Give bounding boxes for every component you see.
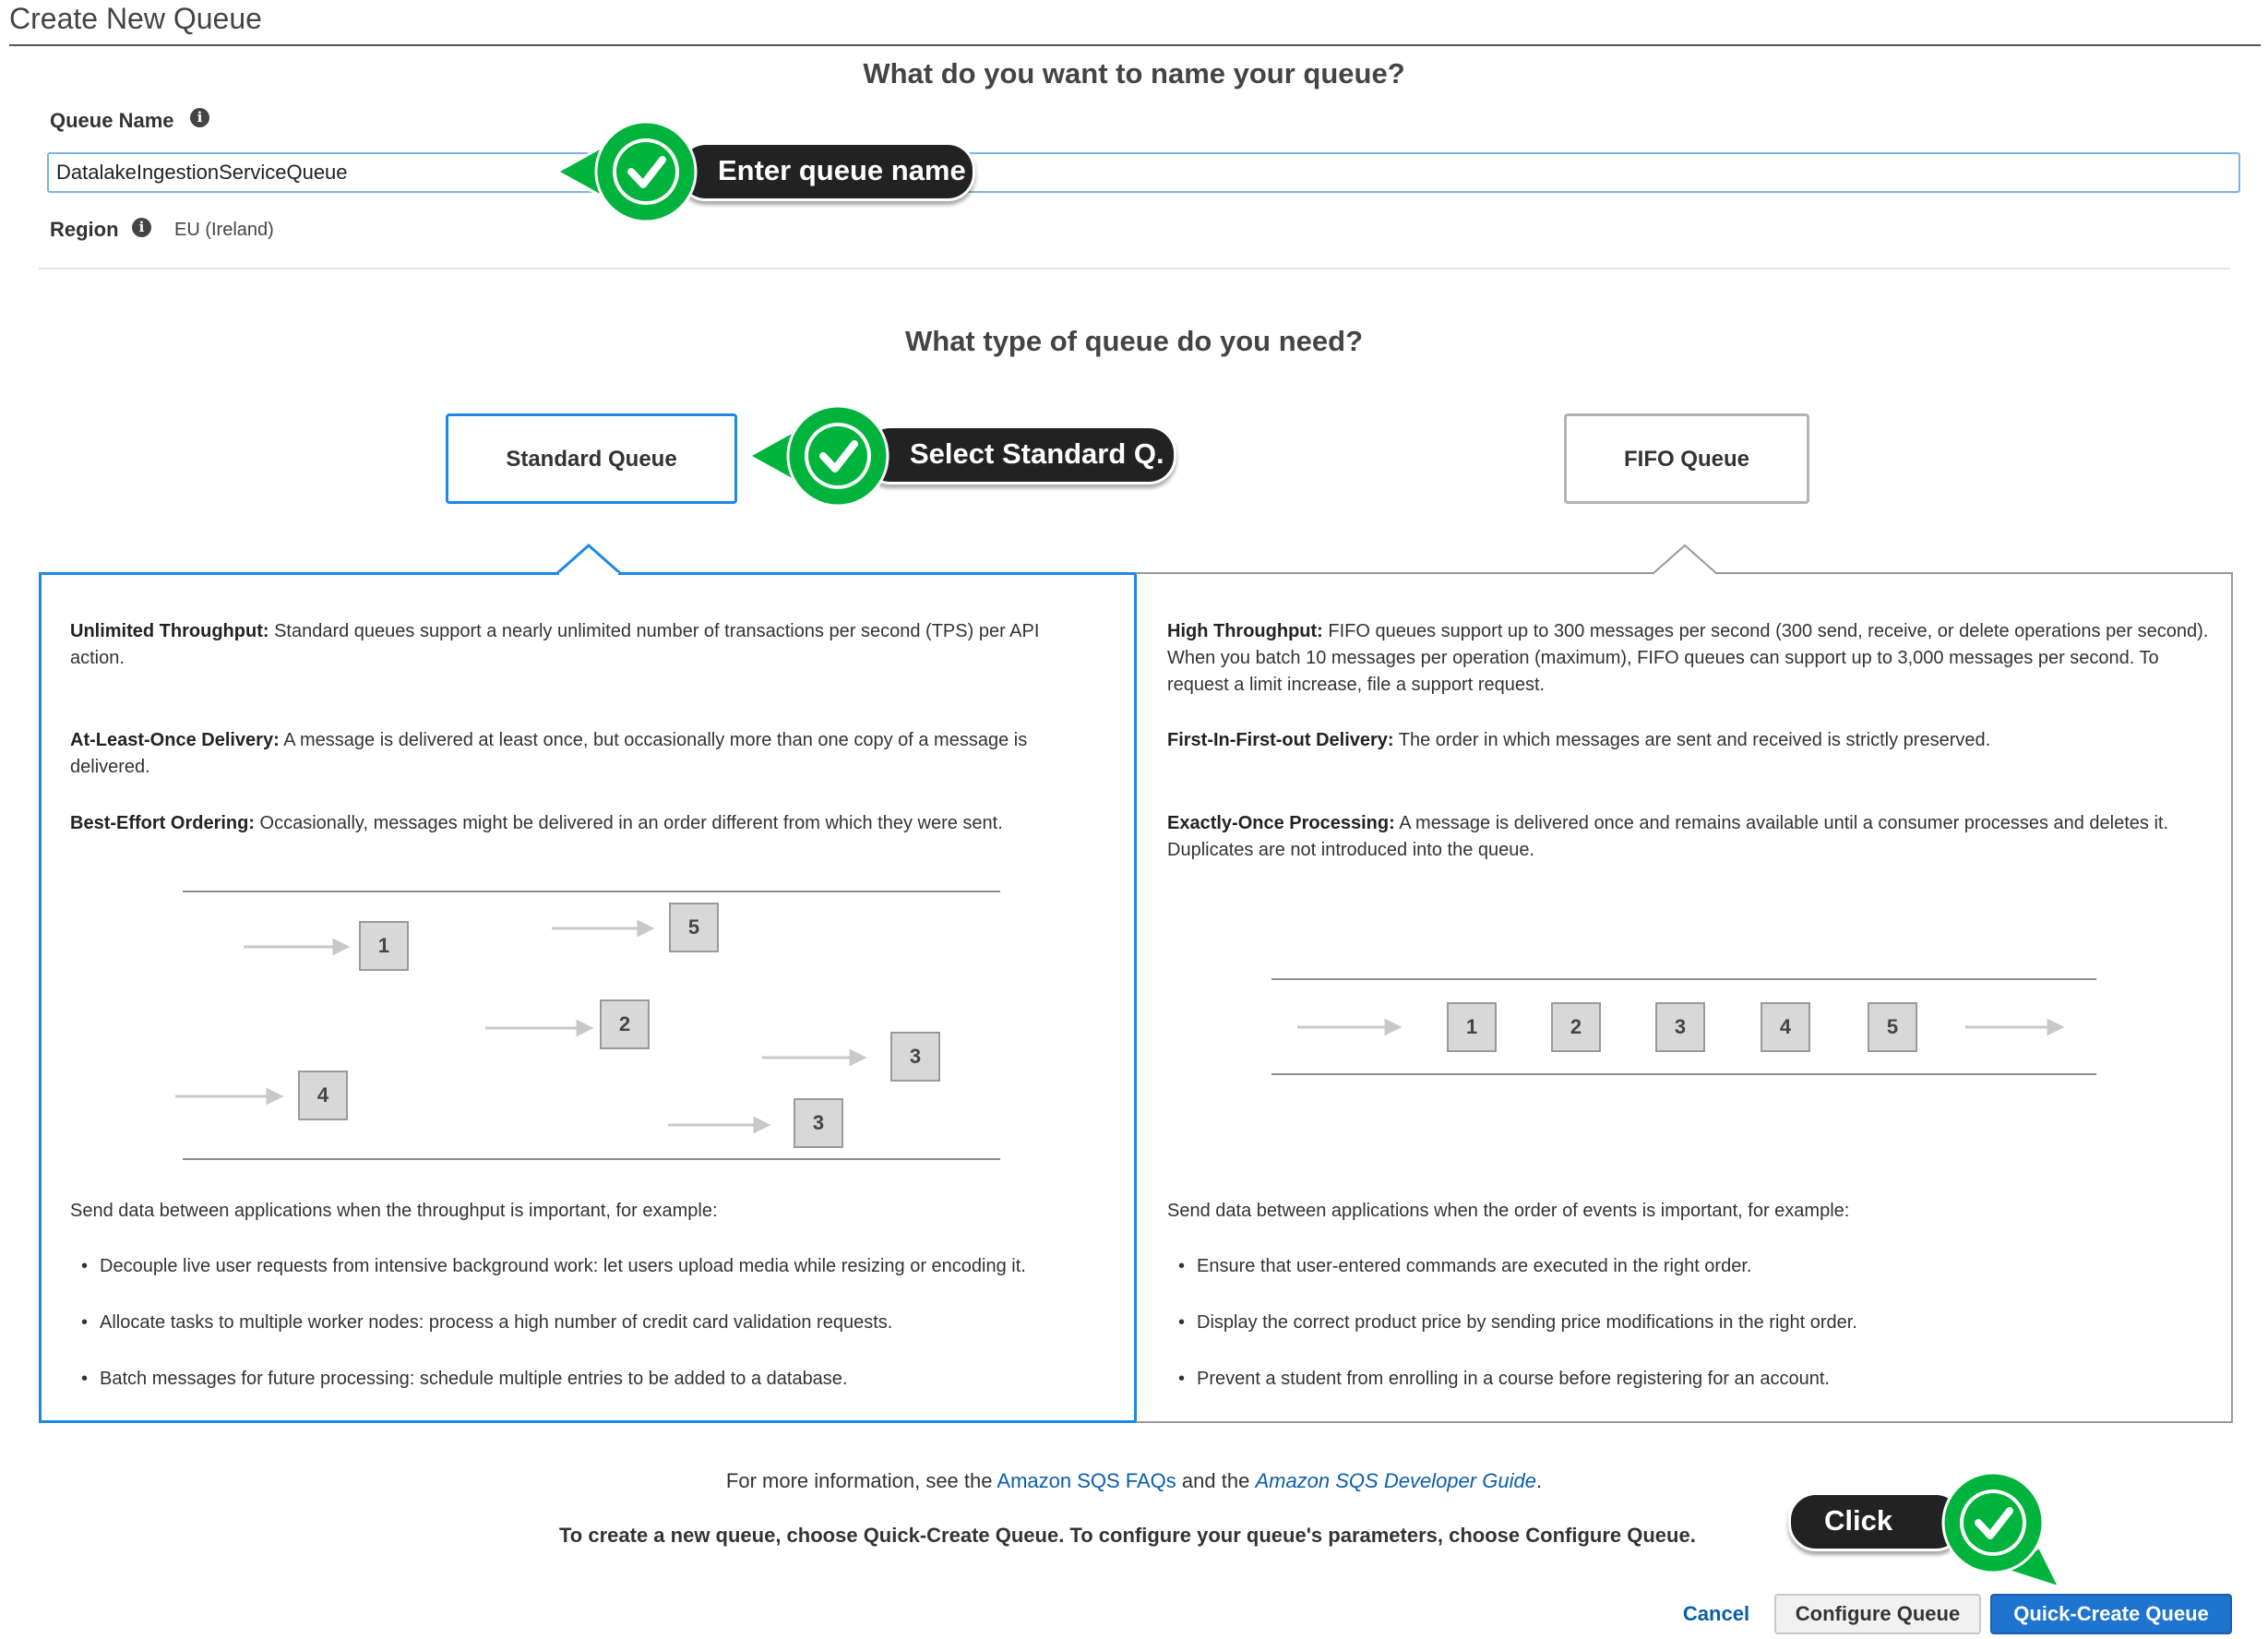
window-title: Create New Queue [9, 2, 262, 35]
standard-feature-ordering: Best-Effort Ordering: Occasionally, mess… [70, 813, 1003, 833]
queue-name-label: Queue Name [50, 109, 174, 132]
standard-queue-diagram: 1 5 2 3 4 3 [166, 881, 1000, 1167]
message-box: 4 [298, 1071, 348, 1120]
fifo-use-case-intro: Send data between applications when the … [1167, 1201, 1850, 1221]
fifo-feature-delivery: First-In-First-out Delivery: The order i… [1167, 730, 1991, 750]
standard-panel-caret [556, 544, 621, 575]
title-divider [9, 44, 2261, 46]
message-box: 4 [1761, 1002, 1810, 1052]
annotation-select-standard: Select Standard Q. [863, 425, 1176, 485]
queue-name-input[interactable] [47, 152, 2240, 193]
standard-feature-throughput: Unlimited Throughput: Standard queues su… [70, 621, 1040, 668]
region-info-icon[interactable]: i [132, 218, 151, 237]
footer-instruction: To create a new queue, choose Quick-Crea… [559, 1524, 1696, 1547]
check-icon [1941, 1471, 2062, 1590]
name-section-heading: What do you want to name your queue? [863, 57, 1405, 90]
sqs-developer-guide-link[interactable]: Amazon SQS Developer Guide [1255, 1469, 1536, 1492]
message-box: 3 [1655, 1002, 1705, 1052]
fifo-bullet: Prevent a student from enrolling in a co… [1178, 1366, 2212, 1393]
fifo-queue-diagram: 1 2 3 4 5 [1271, 974, 2102, 1080]
standard-bullet: Allocate tasks to multiple worker nodes:… [81, 1310, 1115, 1336]
fifo-feature-processing: Exactly-Once Processing: A message is de… [1167, 813, 2169, 860]
fifo-bullet: Display the correct product price by sen… [1178, 1310, 2212, 1336]
standard-bullet: Batch messages for future processing: sc… [81, 1366, 1115, 1393]
standard-bullet: Decouple live user requests from intensi… [81, 1253, 1115, 1280]
fifo-panel-caret [1653, 544, 1717, 575]
region-label: Region [50, 218, 119, 241]
message-box: 3 [890, 1032, 940, 1082]
diagram-arrows [175, 919, 867, 1134]
type-section-heading: What type of queue do you need? [905, 325, 1363, 357]
standard-use-case-intro: Send data between applications when the … [70, 1201, 718, 1221]
quick-create-queue-button[interactable]: Quick-Create Queue [1990, 1594, 2232, 1634]
message-box: 1 [359, 921, 409, 971]
cancel-button[interactable]: Cancel [1670, 1594, 1762, 1634]
standard-feature-delivery: At-Least-Once Delivery: A message is del… [70, 730, 1028, 777]
check-icon [746, 404, 889, 508]
message-box: 2 [600, 999, 650, 1049]
fifo-bullet: Ensure that user-entered commands are ex… [1178, 1253, 2212, 1280]
annotation-enter-name: Enter queue name [678, 142, 975, 201]
message-box: 5 [1868, 1002, 1917, 1052]
fifo-feature-throughput: High Throughput: FIFO queues support up … [1167, 621, 2209, 695]
queue-name-info-icon[interactable]: i [190, 108, 209, 127]
fifo-queue-button[interactable]: FIFO Queue [1564, 413, 1809, 504]
message-box: 5 [669, 903, 719, 952]
message-box: 3 [794, 1098, 843, 1148]
configure-queue-button[interactable]: Configure Queue [1774, 1594, 1981, 1634]
region-value: EU (Ireland) [174, 220, 274, 240]
message-box: 2 [1551, 1002, 1601, 1052]
sqs-faq-link[interactable]: Amazon SQS FAQs [997, 1469, 1176, 1492]
footer-info: For more information, see the Amazon SQS… [725, 1469, 1543, 1492]
message-box: 1 [1447, 1002, 1497, 1052]
section-divider [39, 268, 2230, 269]
standard-queue-button[interactable]: Standard Queue [446, 413, 737, 504]
check-icon [554, 120, 698, 223]
